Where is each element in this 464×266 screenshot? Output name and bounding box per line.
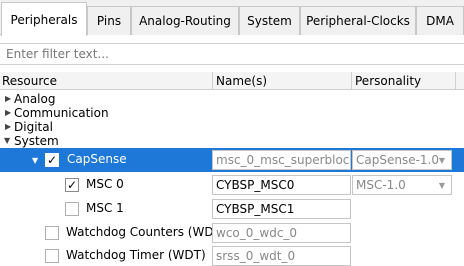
wdt-checkbox[interactable] — [45, 249, 59, 263]
expand-arrow-icon[interactable]: ▶ — [5, 122, 11, 131]
column-names[interactable]: Name(s) — [216, 72, 350, 90]
tree-item-wdc[interactable]: Watchdog Counters (WDC) wco_0_wdc_0 — [0, 221, 464, 245]
expand-arrow-icon[interactable]: ▶ — [5, 108, 11, 117]
tree-item-label: Communication — [14, 105, 109, 120]
msc1-name-field[interactable]: CYBSP_MSC1 — [212, 199, 351, 219]
tree-item-label: MSC 0 — [86, 177, 124, 191]
tree-item-label: Watchdog Timer (WDT) — [66, 248, 206, 262]
tree-item-communication[interactable]: ▶ Communication — [0, 105, 464, 120]
tree-item-msc1[interactable]: MSC 1 CYBSP_MSC1 — [0, 197, 464, 221]
capsense-personality-select[interactable]: CapSense-1.0 ▼ — [352, 150, 452, 170]
tree-item-digital[interactable]: ▶ Digital — [0, 119, 464, 134]
collapse-arrow-icon[interactable]: ▼ — [32, 156, 38, 165]
tree-item-analog[interactable]: ▶ Analog — [0, 91, 464, 106]
column-divider[interactable] — [351, 72, 352, 90]
personality-value: CapSense-1.0 — [356, 153, 440, 167]
wdc-checkbox[interactable] — [45, 226, 59, 240]
tree-item-label: Digital — [14, 119, 53, 134]
tree-item-msc0[interactable]: ✓ MSC 0 CYBSP_MSC0 MSC-1.0 ▼ — [0, 173, 464, 197]
tree-item-label: CapSense — [67, 152, 127, 166]
wdt-name-field[interactable]: srss_0_wdt_0 — [212, 246, 351, 266]
dropdown-arrow-icon: ▼ — [438, 156, 445, 165]
tab-peripheral-clocks[interactable]: Peripheral-Clocks — [300, 6, 416, 35]
capsense-checkbox[interactable]: ✓ — [45, 153, 59, 167]
column-divider[interactable] — [212, 72, 213, 90]
column-resource[interactable]: Resource — [2, 72, 212, 90]
tab-dma[interactable]: DMA — [416, 6, 464, 35]
wdc-name-field[interactable]: wco_0_wdc_0 — [212, 223, 351, 243]
tree-item-label: Watchdog Counters (WDC) — [66, 225, 227, 239]
msc0-personality-select[interactable]: MSC-1.0 ▼ — [352, 175, 452, 195]
tab-system[interactable]: System — [239, 6, 300, 35]
tree-item-label: Analog — [14, 91, 56, 106]
tab-analog-routing[interactable]: Analog-Routing — [131, 6, 239, 35]
dropdown-arrow-icon: ▼ — [438, 181, 445, 190]
msc1-checkbox[interactable] — [65, 202, 79, 216]
capsense-name-field[interactable]: msc_0_msc_superblock_0 — [212, 150, 351, 170]
msc0-checkbox[interactable]: ✓ — [65, 178, 79, 192]
tab-bar: Peripherals Pins Analog-Routing System P… — [0, 0, 464, 36]
tree-item-label: System — [14, 133, 59, 148]
tab-pins[interactable]: Pins — [87, 6, 131, 35]
collapse-arrow-icon[interactable]: ▼ — [4, 136, 10, 145]
tree-item-capsense[interactable]: ▼ ✓ CapSense msc_0_msc_superblock_0 CapS… — [0, 148, 464, 172]
column-divider[interactable] — [455, 72, 456, 90]
expand-arrow-icon[interactable]: ▶ — [5, 94, 11, 103]
tree-item-system[interactable]: ▼ System — [0, 133, 464, 148]
column-header: Resource Name(s) Personality — [0, 72, 464, 90]
column-personality[interactable]: Personality — [355, 72, 455, 90]
tab-peripherals[interactable]: Peripherals — [1, 2, 87, 36]
tree-item-label: MSC 1 — [86, 201, 124, 215]
filter-input[interactable]: Enter filter text... — [0, 43, 464, 65]
tree-item-wdt[interactable]: Watchdog Timer (WDT) srss_0_wdt_0 — [0, 245, 464, 266]
msc0-name-field[interactable]: CYBSP_MSC0 — [212, 175, 351, 195]
personality-value: MSC-1.0 — [356, 178, 406, 192]
